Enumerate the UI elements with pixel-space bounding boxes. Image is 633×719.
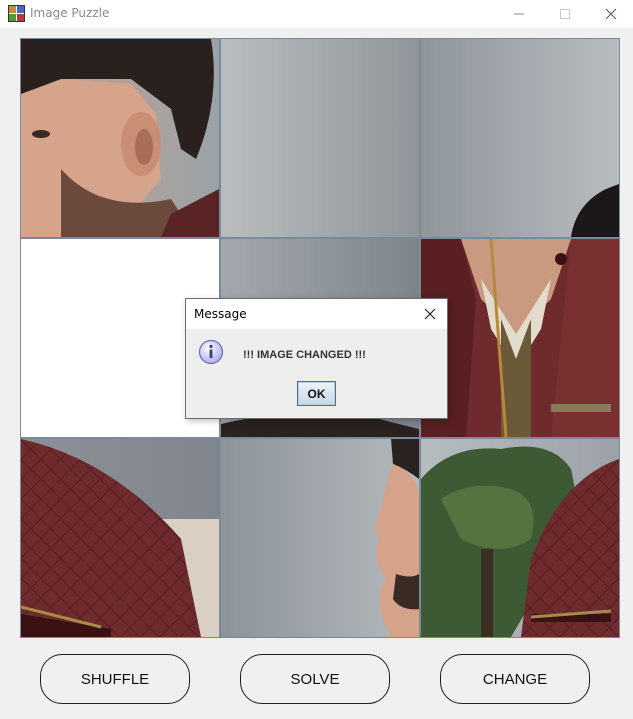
puzzle-tile-1[interactable] [21, 39, 219, 237]
shuffle-button[interactable]: SHUFFLE [40, 654, 190, 704]
minimize-icon [514, 13, 524, 15]
minimize-button[interactable] [496, 0, 542, 28]
dialog-close-button[interactable] [419, 303, 441, 325]
puzzle-tile-7[interactable] [21, 439, 219, 637]
puzzle-tile-3[interactable] [421, 39, 619, 237]
close-window-button[interactable] [588, 0, 633, 28]
window-title: Image Puzzle [30, 6, 110, 20]
puzzle-tile-9[interactable] [421, 439, 619, 637]
dialog-titlebar: Message [186, 299, 447, 329]
puzzle-tile-6[interactable] [421, 239, 619, 437]
window-titlebar: Image Puzzle [0, 0, 633, 28]
maximize-button[interactable] [542, 0, 588, 28]
maximize-icon [560, 9, 570, 19]
puzzle-tile-8[interactable] [221, 439, 419, 637]
dialog-message: !!! IMAGE CHANGED !!! [243, 349, 366, 361]
puzzle-tile-2[interactable] [221, 39, 419, 237]
change-button[interactable]: CHANGE [440, 654, 590, 704]
close-icon [424, 308, 436, 320]
close-icon [605, 8, 617, 20]
dialog-title: Message [194, 307, 247, 321]
puzzle-app-icon [8, 5, 25, 22]
message-dialog: Message !!! IMAGE CHANGED !!! OK [185, 298, 448, 419]
information-icon [198, 339, 224, 365]
solve-button[interactable]: SOLVE [240, 654, 390, 704]
ok-button[interactable]: OK [297, 381, 336, 406]
